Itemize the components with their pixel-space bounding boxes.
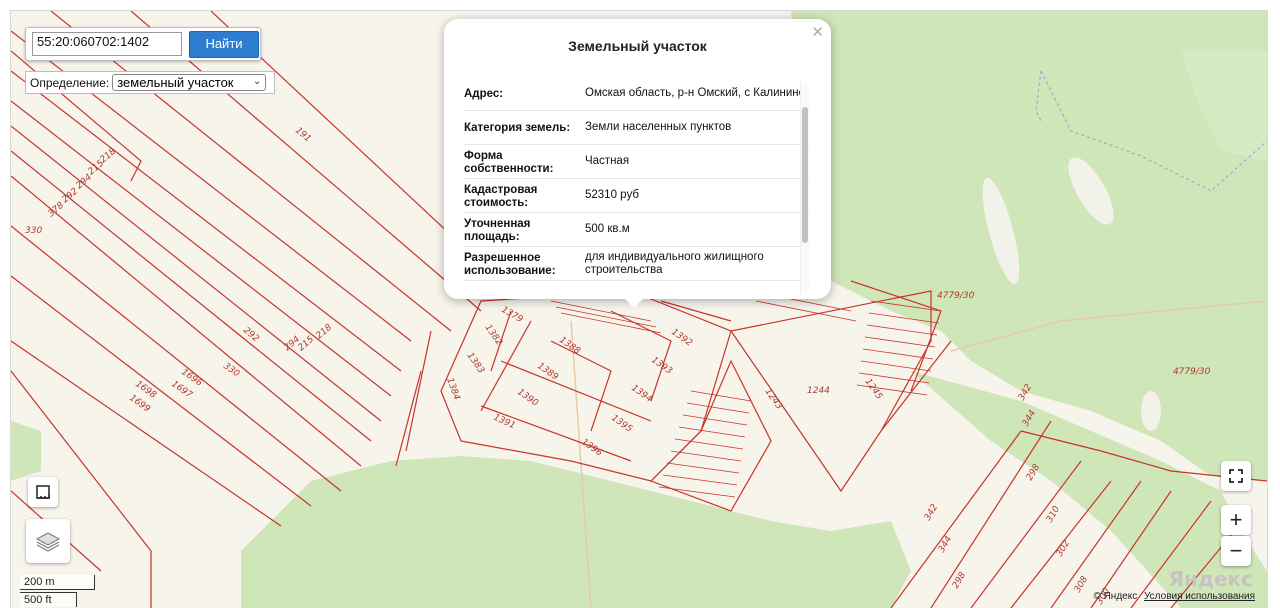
parcel-label: 292 — [61, 186, 81, 205]
cadastral-number-input[interactable]: 55:20:060702:1402 — [32, 32, 182, 56]
parcel-label: 1390 — [515, 387, 540, 408]
parcel-label: 1379 — [500, 305, 525, 325]
popup-pointer — [624, 298, 644, 308]
parcel-label: 1245 — [863, 377, 884, 402]
parcel-label: 342 — [923, 502, 940, 522]
parcel-label: 4779/30 — [1173, 367, 1211, 377]
parcel-label: 1396 — [579, 437, 604, 458]
definition-select[interactable]: земельный участок ⌄ — [112, 74, 267, 91]
popup-title: Земельный участок — [568, 38, 707, 54]
zoom-in-icon: + — [1229, 507, 1243, 532]
info-key: Адрес: — [464, 88, 504, 100]
zoom-out-icon: − — [1229, 538, 1243, 563]
info-row: Форма собственности: Частная — [464, 145, 810, 179]
map-copyright: © Яндекс Условия использования — [1093, 591, 1255, 602]
info-row: Разрешенное использование: для индивидуа… — [464, 247, 810, 281]
ruler-icon — [36, 485, 50, 499]
parcel-label: 1388 — [557, 335, 582, 356]
parcel-label: 1391 — [492, 413, 517, 432]
parcel-label: 4779/30 — [937, 291, 975, 301]
parcel-label: 1383 — [465, 351, 486, 376]
scrollbar-thumb[interactable] — [802, 107, 808, 243]
parcel-info-popup: ✕ Земельный участок Адрес: Омская област… — [444, 19, 831, 308]
terms-link[interactable]: Условия использования — [1144, 591, 1255, 602]
parcel-label: 1243 — [763, 387, 784, 412]
zoom-in-button[interactable]: + — [1221, 505, 1251, 535]
info-value: Земли населенных пунктов — [585, 121, 732, 133]
ruler-button[interactable] — [28, 477, 58, 507]
parcel-label: 218 — [315, 322, 335, 341]
info-key: Уточненная площадь: — [464, 217, 531, 243]
info-row: Кадастровая стоимость: 52310 руб — [464, 179, 810, 213]
info-key: Форма собственности: — [464, 149, 554, 175]
scale-feet: 500 ft — [20, 592, 77, 607]
info-value: для индивидуального жилищного строительс… — [585, 250, 764, 276]
parcel-label: 292 — [241, 326, 261, 345]
definition-panel: Определение: земельный участок ⌄ — [25, 71, 275, 94]
info-row: Категория земель: Земли населенных пункт… — [464, 111, 810, 145]
chevron-down-icon: ⌄ — [252, 76, 262, 87]
info-value: 500 кв.м — [585, 223, 630, 235]
info-value: Частная — [585, 155, 630, 167]
parcel-label: 330 — [25, 226, 42, 236]
parcel-label: 1394 — [629, 383, 654, 404]
parcel-info-table: Адрес: Омская область, р-н Омский, с Кал… — [464, 77, 810, 295]
yandex-logo: Яндекс — [1168, 567, 1253, 591]
info-value: Омская область, р-н Омский, с Калинино — [585, 87, 806, 99]
map-canvas[interactable]: 191 218 215 294 292 378 330 292 294 215 … — [10, 10, 1268, 608]
scale-meters: 200 m — [20, 575, 95, 590]
info-key: Кадастровая стоимость: — [464, 183, 538, 209]
layers-button[interactable] — [26, 519, 70, 563]
info-key: Разрешенное использование: — [464, 251, 556, 277]
info-row: Уточненная площадь: 500 кв.м — [464, 213, 810, 247]
info-row: Адрес: Омская область, р-н Омский, с Кал… — [464, 77, 810, 111]
fullscreen-button[interactable] — [1221, 461, 1251, 491]
layers-icon — [35, 532, 61, 552]
parcel-label: 1244 — [807, 386, 830, 396]
parcel-label: 1382 — [483, 323, 504, 348]
popup-scrollbar[interactable] — [800, 81, 809, 295]
parcel-label: 302 — [1055, 538, 1072, 558]
find-button[interactable]: Найти — [189, 31, 259, 58]
parcel-label: 1393 — [649, 355, 674, 376]
parcel-label: 344 — [937, 534, 954, 554]
info-key: Категория земель: — [464, 122, 571, 134]
parcel-label: 1395 — [609, 413, 634, 434]
parcel-label: 378 — [47, 200, 67, 219]
definition-selected: земельный участок — [117, 75, 234, 90]
parcel-label: 215 — [297, 334, 317, 353]
parcel-label: 191 — [293, 126, 313, 145]
fullscreen-icon — [1229, 469, 1243, 483]
info-value: 52310 руб — [585, 189, 639, 201]
parcel-label: 308 — [1073, 574, 1090, 594]
parcel-label: 310 — [1045, 504, 1062, 524]
parcel-label: 1384 — [444, 377, 461, 402]
definition-label: Определение: — [30, 75, 110, 90]
map-scale: 200 m 500 ft — [20, 575, 95, 608]
parcel-label: 1392 — [669, 327, 694, 348]
search-panel: 55:20:060702:1402 Найти — [25, 27, 261, 61]
copyright-text: © Яндекс — [1093, 591, 1138, 602]
zoom-out-button[interactable]: − — [1221, 536, 1251, 566]
